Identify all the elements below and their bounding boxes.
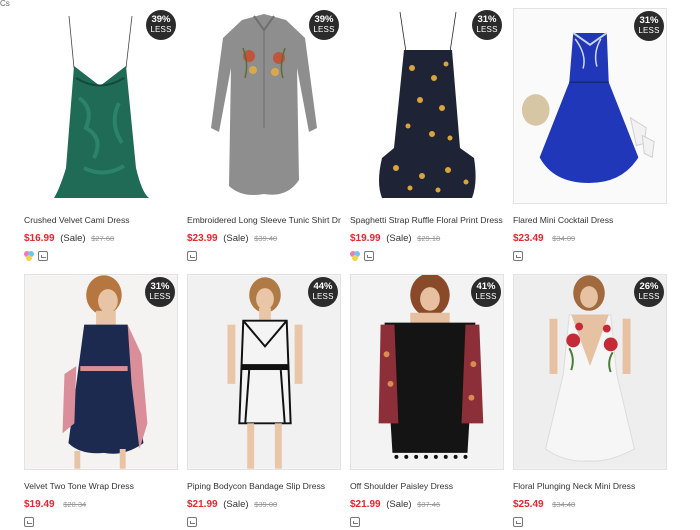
original-price: $39.00 [254, 500, 278, 509]
price-row: $21.99 (Sale) $37.46 [350, 499, 504, 510]
product-icons [24, 516, 178, 527]
product-title[interactable]: Velvet Two Tone Wrap Dress [24, 481, 178, 491]
product-icons [350, 516, 504, 527]
product-icons [513, 250, 667, 261]
product-card[interactable]: 41% LESS Off Shoulder Paisley Dress $21.… [350, 274, 504, 530]
price-row: $19.99 (Sale) $29.18 [350, 233, 504, 244]
original-price: $37.46 [417, 500, 441, 509]
product-icons [350, 250, 504, 261]
sale-price: $21.99 [350, 499, 381, 510]
shipping-icon [513, 516, 523, 527]
sale-price: $19.49 [24, 499, 55, 510]
product-title[interactable]: Crushed Velvet Cami Dress [24, 215, 178, 225]
product-image[interactable]: 31% LESS [24, 274, 178, 470]
product-image[interactable]: 31% LESS [513, 8, 667, 204]
product-icons [513, 516, 667, 527]
product-icons [187, 250, 341, 261]
discount-badge: 31% LESS [634, 11, 664, 41]
shipping-icon [38, 250, 48, 261]
sale-price: $25.49 [513, 499, 544, 510]
product-title[interactable]: Embroidered Long Sleeve Tunic Shirt Dres… [187, 215, 341, 225]
sale-label: (Sale) [386, 499, 412, 510]
original-price: $39.40 [254, 234, 278, 243]
sale-label: (Sale) [223, 499, 249, 510]
product-title[interactable]: Flared Mini Cocktail Dress [513, 215, 667, 225]
shipping-icon [364, 250, 374, 261]
discount-badge: 26% LESS [634, 277, 664, 307]
product-card[interactable]: 31% LESS Velvet Two Tone Wrap Dress $19.… [24, 274, 178, 530]
product-card[interactable]: 31% LESS Flared Mini Cocktail Dress $23.… [513, 8, 667, 261]
shipping-icon [350, 516, 360, 527]
price-row: $16.99 (Sale) $27.68 [24, 233, 178, 244]
price-row: $19.49 $28.34 [24, 499, 178, 510]
discount-badge: 31% LESS [472, 10, 502, 40]
shipping-icon [24, 516, 34, 527]
discount-badge: 31% LESS [145, 277, 175, 307]
product-card[interactable]: 26% LESS Floral Plunging Neck Mini Dress… [513, 274, 667, 530]
product-grid: 39% LESS Crushed Velvet Cami Dress $16.9… [24, 8, 676, 530]
original-price: $28.34 [63, 500, 87, 509]
product-title[interactable]: Spaghetti Strap Ruffle Floral Print Dres… [350, 215, 504, 225]
product-image[interactable]: 41% LESS [350, 274, 504, 470]
discount-badge: 39% LESS [309, 10, 339, 40]
sale-price: $19.99 [350, 233, 381, 244]
price-row: $21.99 (Sale) $39.00 [187, 499, 341, 510]
original-price: $27.68 [91, 234, 115, 243]
original-price: $34.48 [552, 500, 576, 509]
product-title[interactable]: Off Shoulder Paisley Dress [350, 481, 504, 491]
product-image[interactable]: 39% LESS [187, 8, 341, 204]
corner-label: Cs [0, 0, 10, 8]
sale-label: (Sale) [60, 233, 86, 244]
sale-price: $23.49 [513, 233, 544, 244]
discount-badge: 44% LESS [308, 277, 338, 307]
multicolor-icon[interactable] [350, 250, 360, 261]
product-card[interactable]: 31% LESS Spaghetti Strap Ruffle Floral P… [350, 8, 504, 261]
product-image[interactable]: 39% LESS [24, 8, 178, 204]
price-row: $23.99 (Sale) $39.40 [187, 233, 341, 244]
product-icons [24, 250, 178, 261]
product-card[interactable]: 44% LESS Piping Bodycon Bandage Slip Dre… [187, 274, 341, 530]
multicolor-icon[interactable] [24, 250, 34, 261]
product-title[interactable]: Piping Bodycon Bandage Slip Dress [187, 481, 341, 491]
price-row: $25.49 $34.48 [513, 499, 667, 510]
product-image[interactable]: 31% LESS [350, 8, 504, 204]
sale-price: $23.99 [187, 233, 218, 244]
product-card[interactable]: 39% LESS Crushed Velvet Cami Dress $16.9… [24, 8, 178, 261]
sale-price: $16.99 [24, 233, 55, 244]
product-title[interactable]: Floral Plunging Neck Mini Dress [513, 481, 667, 491]
discount-badge: 41% LESS [471, 277, 501, 307]
shipping-icon [513, 250, 523, 261]
sale-price: $21.99 [187, 499, 218, 510]
shipping-icon [187, 250, 197, 261]
sale-label: (Sale) [223, 233, 249, 244]
original-price: $34.09 [552, 234, 576, 243]
product-icons [187, 516, 341, 527]
sale-label: (Sale) [386, 233, 412, 244]
product-image[interactable]: 26% LESS [513, 274, 667, 470]
product-card[interactable]: 39% LESS Embroidered Long Sleeve Tunic S… [187, 8, 341, 261]
product-image[interactable]: 44% LESS [187, 274, 341, 470]
original-price: $29.18 [417, 234, 441, 243]
shipping-icon [187, 516, 197, 527]
discount-badge: 39% LESS [146, 10, 176, 40]
price-row: $23.49 $34.09 [513, 233, 667, 244]
